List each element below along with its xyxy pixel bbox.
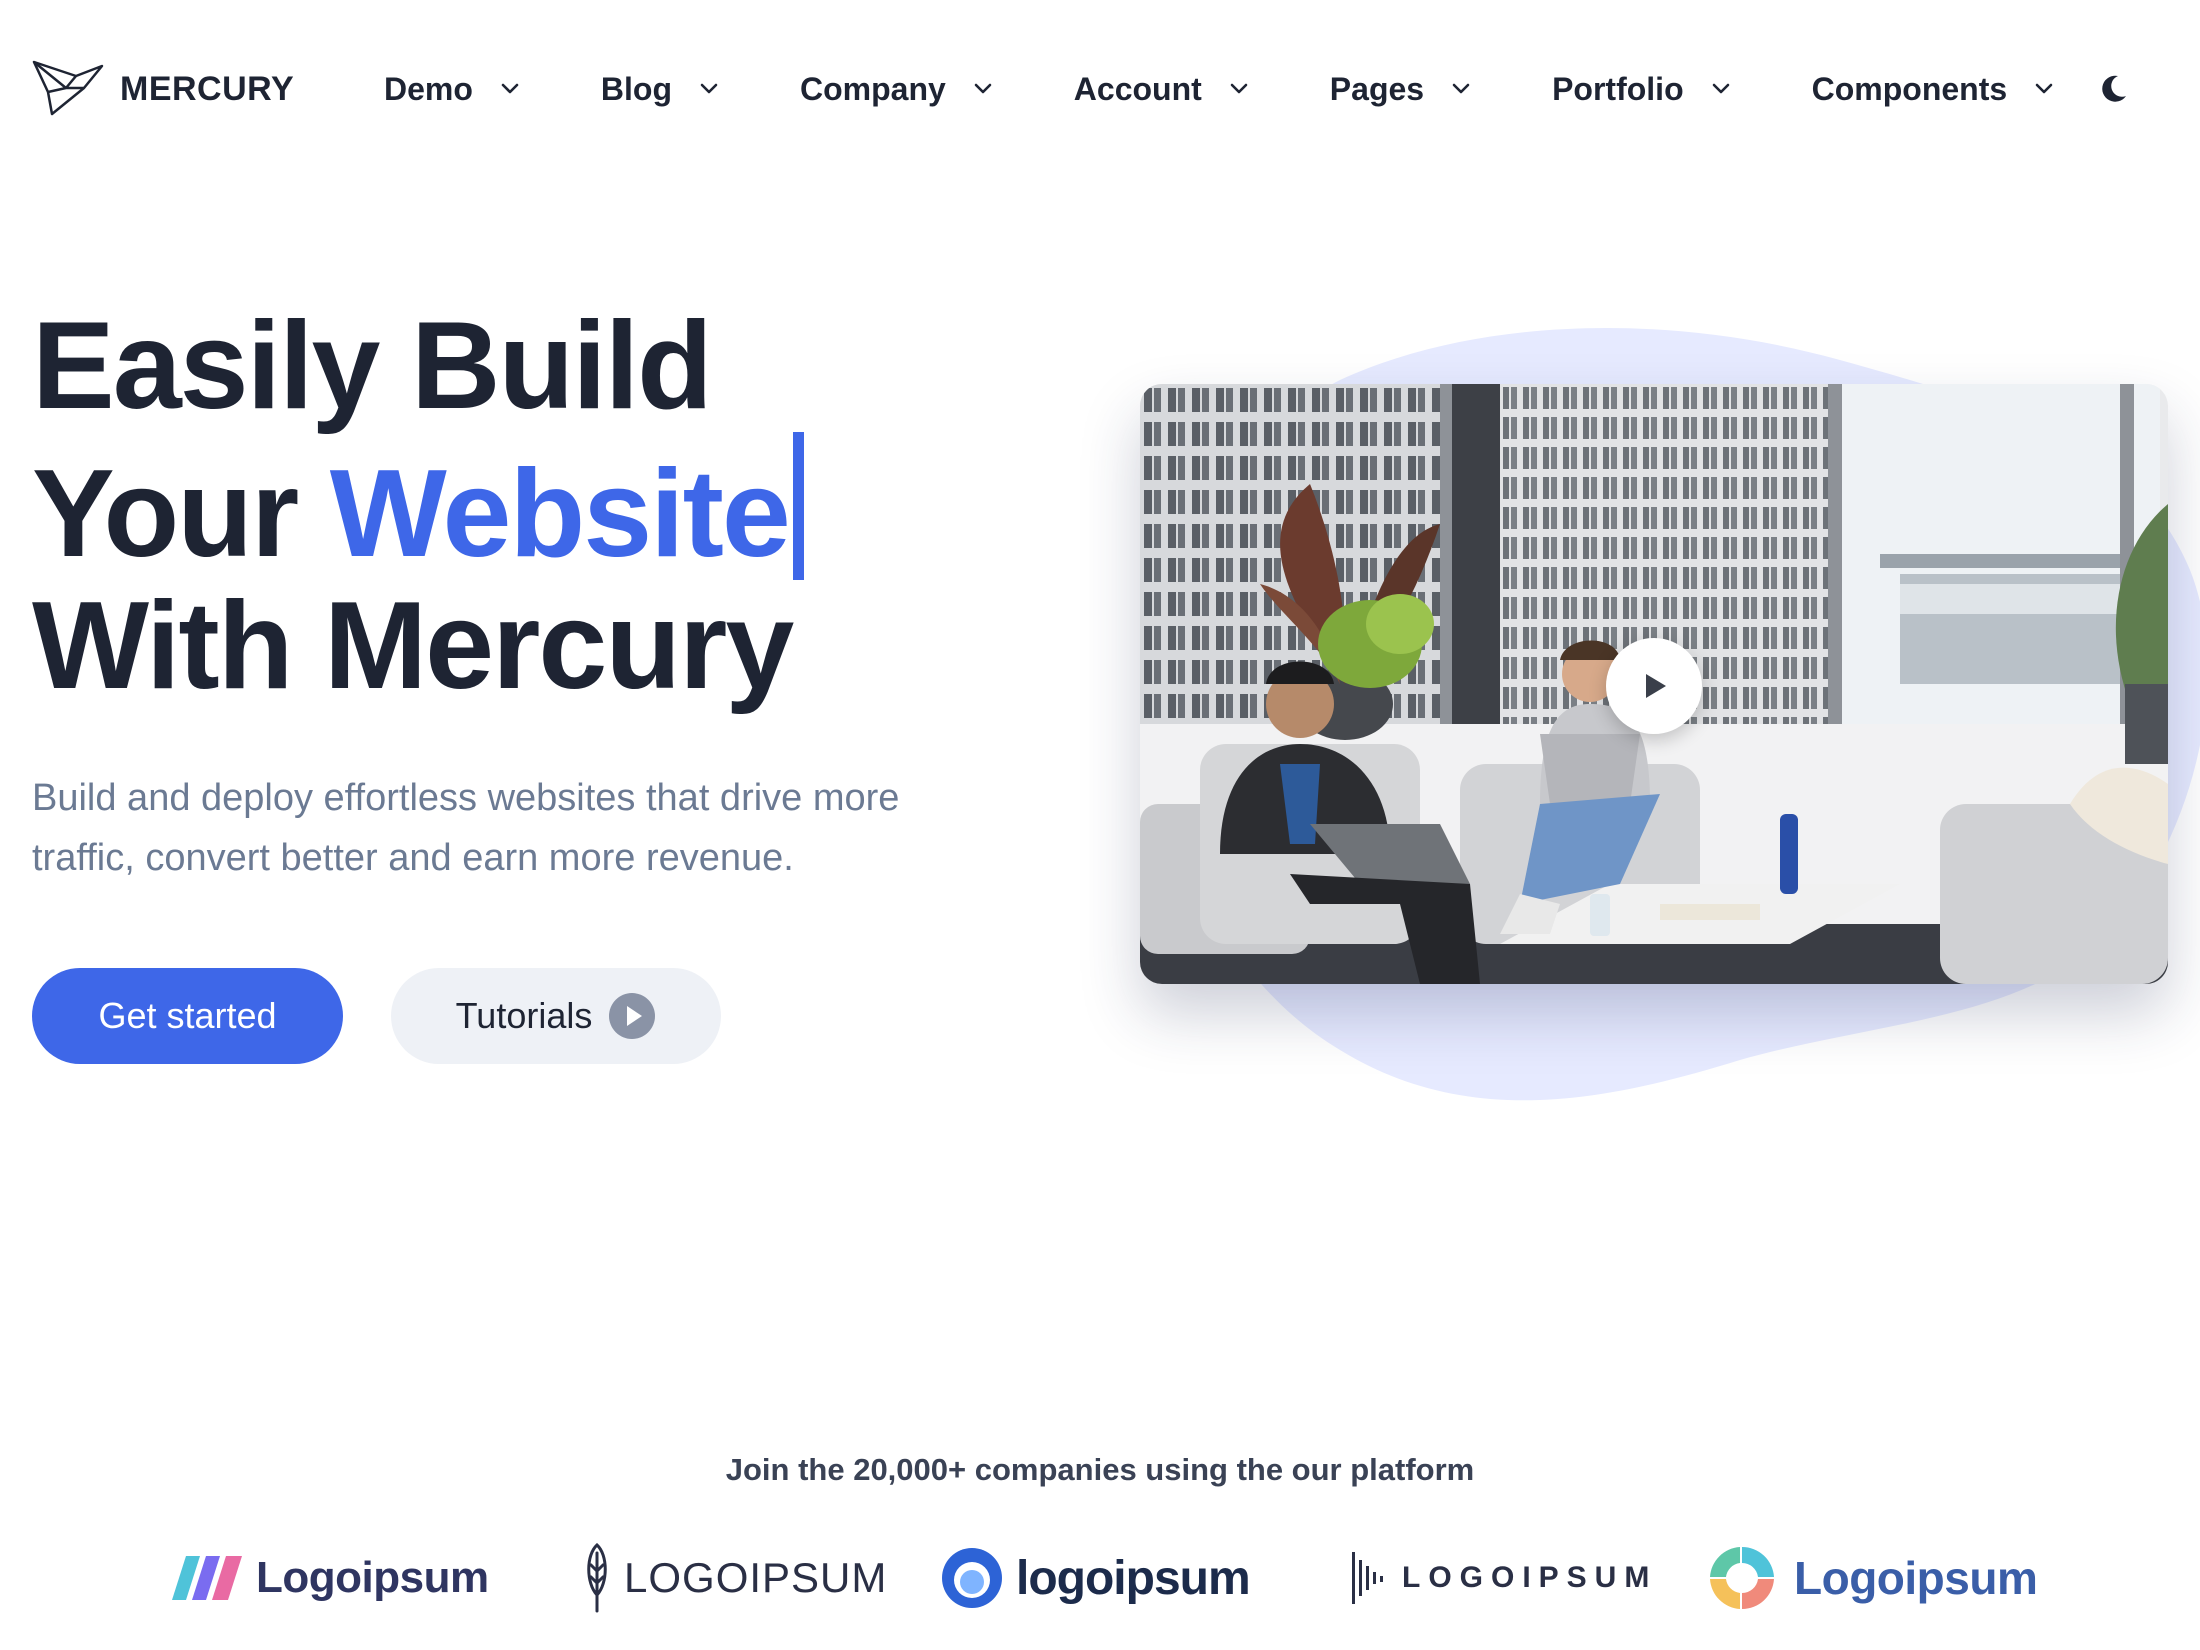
nav-item-label: Pages: [1329, 70, 1425, 107]
chevron-down-icon: [2035, 83, 2053, 94]
soundwave-logo-icon: [1352, 1552, 1383, 1604]
nav-item-components[interactable]: Components: [1812, 71, 2054, 108]
logo-text: LOGOIPSUM: [1402, 1561, 1658, 1594]
chevron-down-icon: [1712, 83, 1729, 94]
typing-caret: [792, 432, 804, 580]
nav-item-account[interactable]: Account: [1074, 71, 1248, 108]
swirl-logo-icon: [1710, 1547, 1774, 1609]
brand-logo[interactable]: MERCURY: [32, 58, 294, 120]
feather-logo-icon: [587, 1543, 607, 1613]
video-thumbnail[interactable]: [1140, 384, 2168, 984]
nav-item-label: Blog: [600, 70, 672, 107]
partner-logo-4: LOGOIPSUM: [1350, 1540, 1657, 1616]
top-navigation: MERCURY Demo Blog Company Account Pages …: [32, 54, 2172, 124]
play-icon: [1646, 674, 1666, 698]
play-circle-icon: [609, 993, 656, 1039]
nav-item-demo[interactable]: Demo: [384, 71, 519, 108]
hero-heading: Easily Build Your Website With Mercury: [32, 300, 804, 712]
stripes-logo-icon: [172, 1556, 242, 1600]
video-play-button[interactable]: [1606, 638, 1702, 734]
partner-logo-3: logoipsum: [940, 1540, 1251, 1616]
nav-item-company[interactable]: Company: [800, 71, 992, 108]
nav-item-blog[interactable]: Blog: [601, 71, 718, 108]
nav-item-label: Components: [1811, 70, 2008, 107]
tutorials-label: Tutorials: [455, 995, 593, 1036]
tutorials-button[interactable]: Tutorials: [391, 968, 721, 1064]
logo-text: logoipsum: [1016, 1551, 1251, 1605]
paper-bird-icon: [32, 60, 104, 116]
get-started-label: Get started: [98, 995, 277, 1036]
hero-subtitle: Build and deploy effortless websites tha…: [32, 777, 900, 879]
chevron-down-icon: [1452, 83, 1470, 94]
nav-item-pages[interactable]: Pages: [1330, 71, 1470, 108]
ring-logo-icon: [942, 1548, 1002, 1608]
chevron-down-icon: [974, 83, 992, 94]
nav-item-label: Account: [1073, 70, 1202, 107]
logo-text: Logoipsum: [256, 1553, 489, 1602]
partner-logo-5: Logoipsum: [1702, 1540, 2038, 1616]
logo-text: Logoipsum: [1794, 1552, 2038, 1604]
brand-name: MERCURY: [120, 69, 295, 108]
hero-heading-line-3: With Mercury: [32, 577, 794, 715]
partner-logo-1: Logoipsum: [172, 1540, 489, 1616]
nav-item-label: Portfolio: [1552, 70, 1684, 107]
chevron-down-icon: [700, 83, 718, 94]
chevron-down-icon: [1230, 83, 1248, 94]
nav-item-portfolio[interactable]: Portfolio: [1552, 71, 1730, 108]
hero-heading-line-2: Your Website: [32, 432, 804, 580]
logo-text: LOGOIPSUM: [624, 1554, 888, 1601]
partner-logo-2: LOGOIPSUM: [582, 1540, 887, 1616]
nav-item-label: Demo: [384, 70, 473, 107]
main-menu: Demo Blog Company Account Pages Portfoli…: [384, 54, 2053, 124]
hero-heading-accent: Website: [329, 445, 791, 583]
hero-heading-line-1: Easily Build: [32, 297, 713, 435]
hero-heading-prefix: Your: [32, 445, 330, 583]
chevron-down-icon: [501, 83, 519, 94]
moon-icon[interactable]: [2096, 72, 2130, 106]
get-started-button[interactable]: Get started: [32, 968, 343, 1064]
logos-caption: Join the 20,000+ companies using the our…: [725, 1452, 1475, 1487]
nav-item-label: Company: [800, 70, 946, 107]
